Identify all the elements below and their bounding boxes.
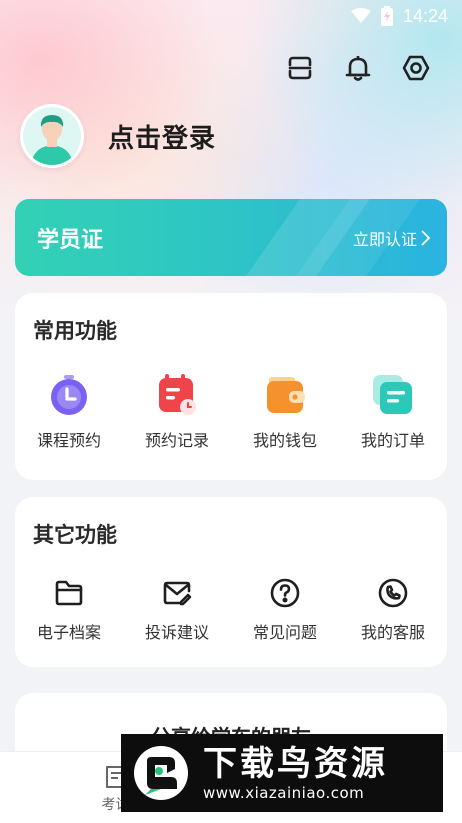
verify-now-label: 立即认证 (352, 229, 417, 249)
question-icon (270, 578, 300, 608)
course-booking-item[interactable]: 课程预约 (15, 373, 123, 451)
clock-icon (47, 373, 91, 417)
other-functions-grid: 电子档案 投诉建议 常见问题 我的客服 (15, 577, 447, 643)
avatar[interactable] (20, 104, 84, 168)
e-archive-label: 电子档案 (36, 623, 101, 642)
profile-section[interactable]: 点击登录 (20, 104, 216, 168)
folder-icon (55, 580, 83, 606)
customer-service-item[interactable]: 我的客服 (339, 577, 447, 643)
watermark-logo-icon (131, 743, 191, 803)
chevron-right-icon (421, 229, 431, 246)
wallet-icon (263, 373, 307, 417)
watermark-overlay: 下载鸟资源 www.xiazainiao.com (121, 734, 443, 812)
verify-now-link[interactable]: 立即认证 (353, 226, 431, 250)
faq-item[interactable]: 常见问题 (231, 577, 339, 643)
bell-icon[interactable] (342, 52, 374, 84)
mail-edit-icon (163, 581, 192, 606)
course-booking-label: 课程预约 (36, 431, 101, 450)
my-wallet-label: 我的钱包 (252, 431, 317, 450)
header-actions (284, 52, 432, 84)
common-functions-title: 常用功能 (33, 319, 117, 343)
faq-label: 常见问题 (252, 623, 317, 642)
watermark-title: 下载鸟资源 (203, 744, 388, 784)
booking-record-item[interactable]: 预约记录 (123, 373, 231, 451)
my-wallet-item[interactable]: 我的钱包 (231, 373, 339, 451)
watermark-url: www.xiazainiao.com (203, 784, 365, 802)
calendar-record-icon (155, 373, 199, 417)
common-functions-grid: 课程预约 预约记录 我的钱包 我的订单 (15, 373, 447, 451)
wifi-icon (350, 8, 371, 23)
status-bar: 14:24 (0, 0, 462, 32)
other-functions-panel: 其它功能 电子档案 投诉建议 常见问题 我的客服 (15, 497, 447, 667)
customer-service-label: 我的客服 (360, 623, 425, 642)
login-label[interactable]: 点击登录 (108, 118, 216, 155)
status-time: 14:24 (402, 5, 448, 26)
scan-icon[interactable] (284, 52, 316, 84)
complaints-label: 投诉建议 (144, 623, 209, 642)
complaints-item[interactable]: 投诉建议 (123, 577, 231, 643)
watermark-text: 下载鸟资源 www.xiazainiao.com (203, 744, 388, 802)
settings-icon[interactable] (400, 52, 432, 84)
common-functions-panel: 常用功能 课程预约 预约记录 我的钱包 我的订单 (15, 293, 447, 480)
student-card-title: 学员证 (37, 227, 104, 253)
student-card[interactable]: 学员证 立即认证 (15, 199, 447, 276)
e-archive-item[interactable]: 电子档案 (15, 577, 123, 643)
other-functions-title: 其它功能 (33, 523, 117, 547)
my-orders-item[interactable]: 我的订单 (339, 373, 447, 451)
phone-icon (378, 578, 408, 608)
battery-icon (380, 6, 393, 26)
my-orders-label: 我的订单 (360, 431, 425, 450)
order-icon (371, 373, 415, 417)
booking-record-label: 预约记录 (144, 431, 209, 450)
